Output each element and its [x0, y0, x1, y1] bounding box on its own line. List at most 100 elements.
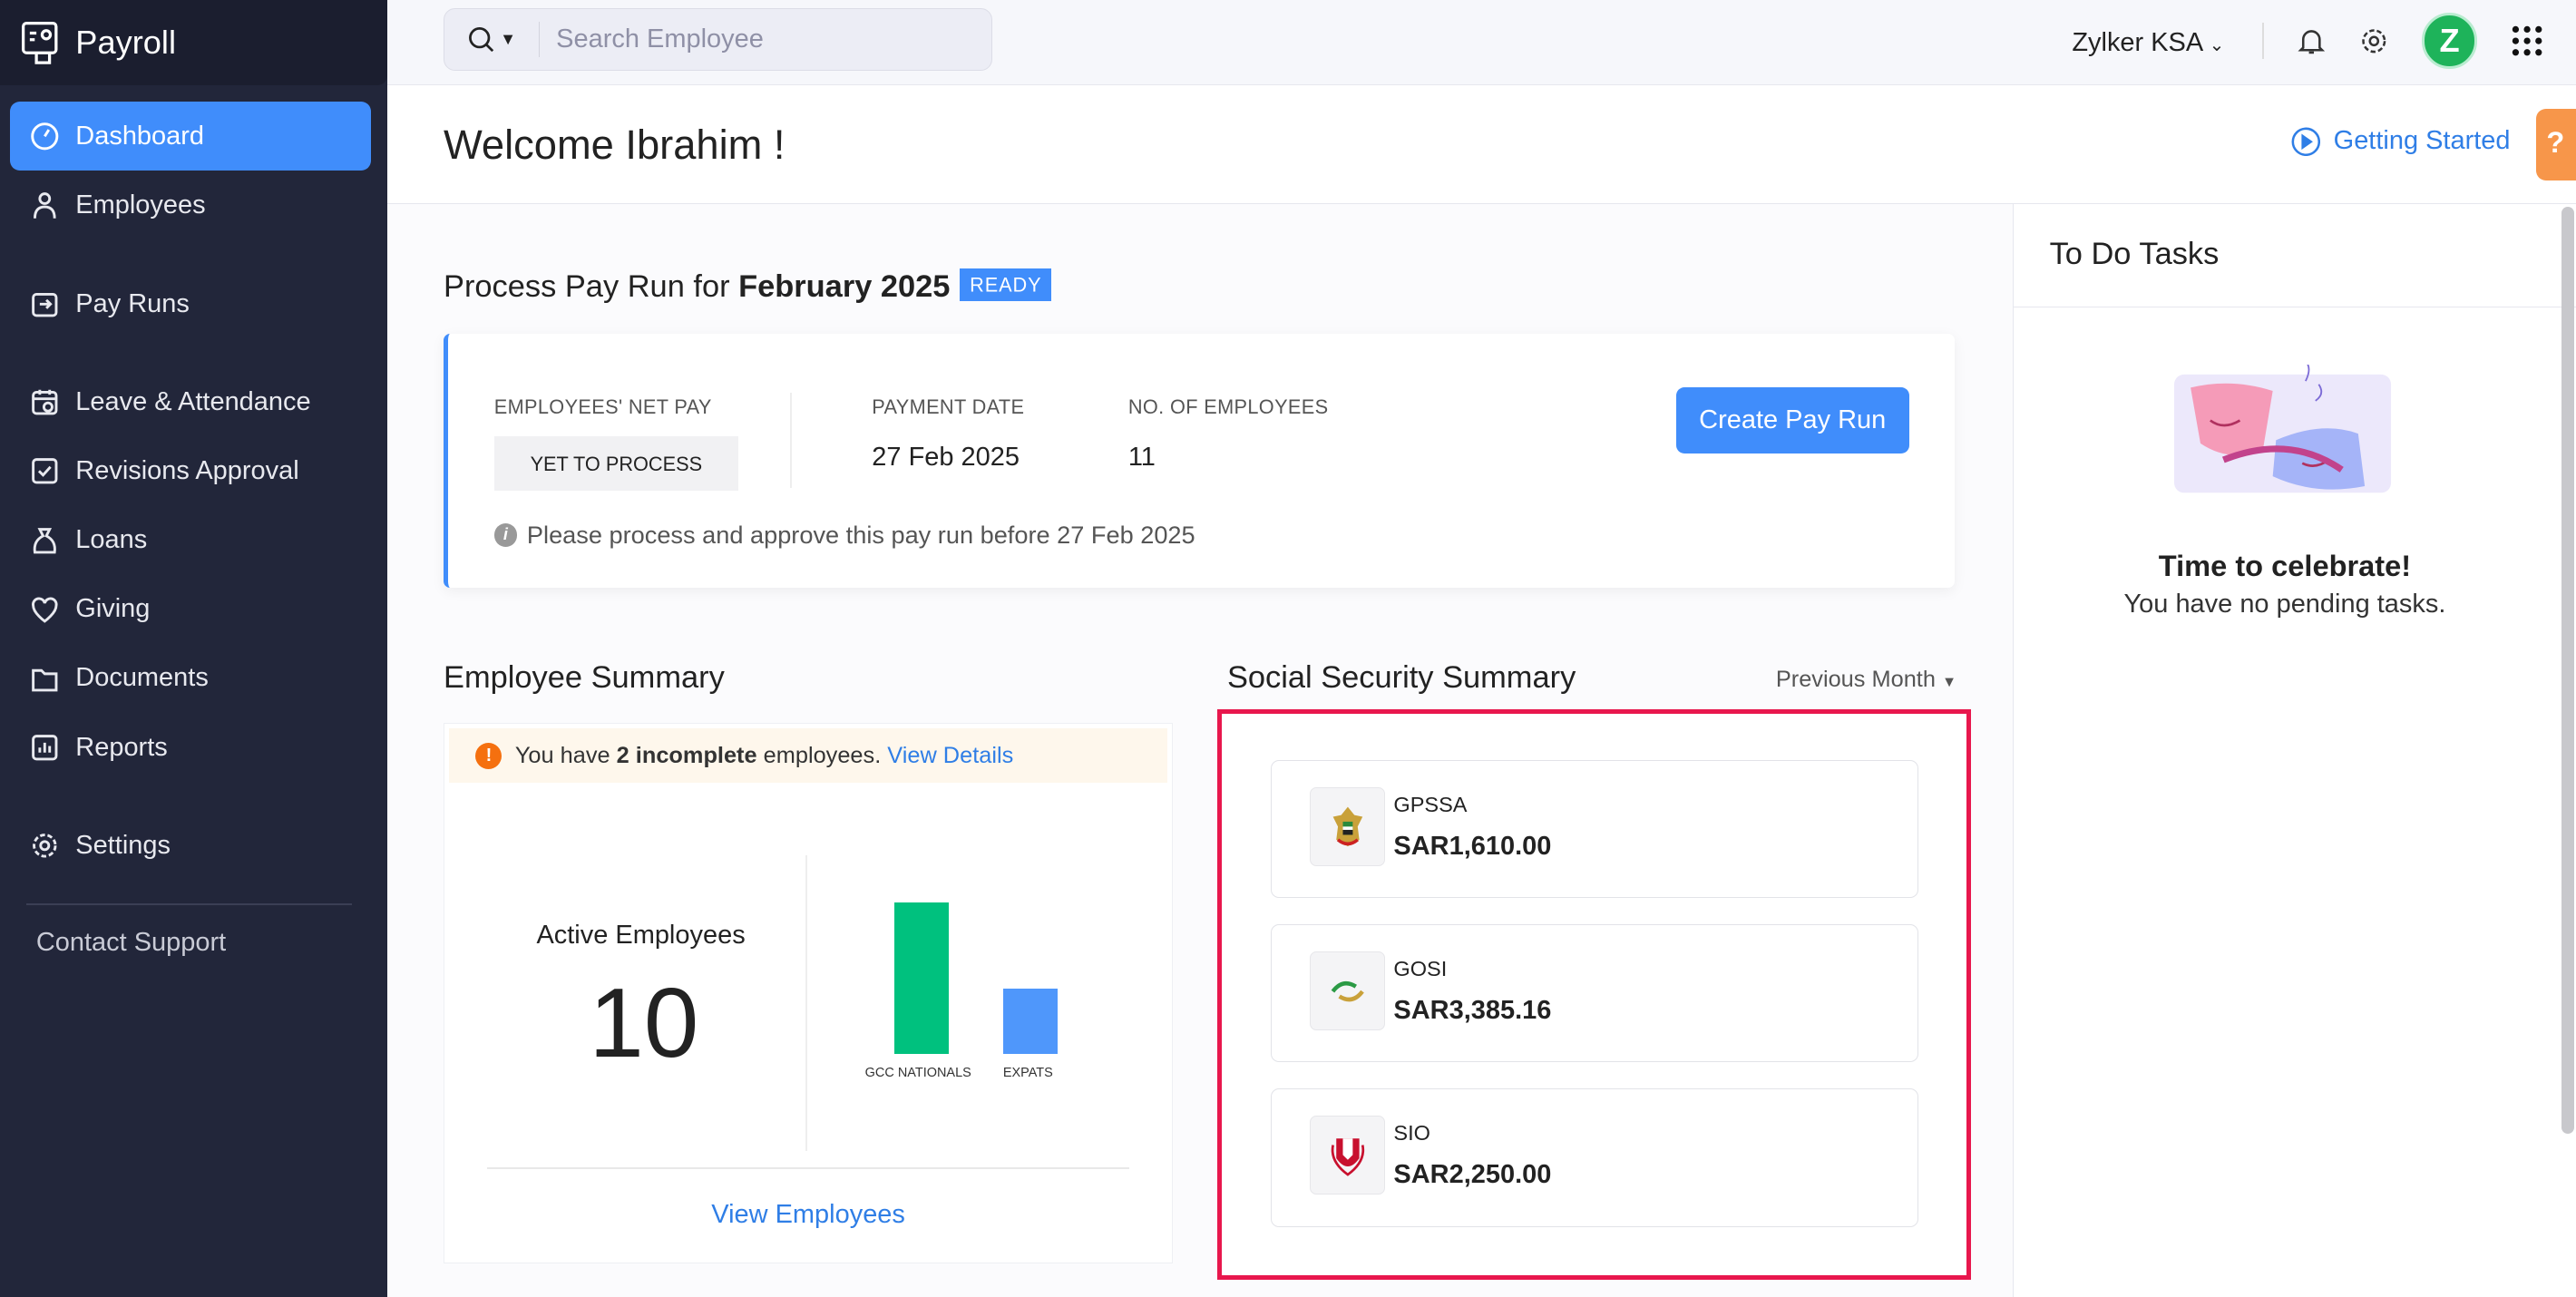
sidebar-item-label: Pay Runs — [75, 288, 190, 318]
column-divider — [789, 392, 792, 488]
payment-date-value: 27 Feb 2025 — [872, 442, 1020, 472]
search-icon — [469, 27, 494, 53]
todo-empty-message: You have no pending tasks. — [2123, 590, 2446, 619]
search-box[interactable]: ▼ Search Employee — [444, 8, 992, 71]
heart-icon — [31, 597, 58, 623]
info-icon: i — [493, 523, 518, 547]
active-employees-count: 10 — [589, 968, 699, 1078]
active-employees-label: Active Employees — [536, 921, 746, 951]
org-switcher[interactable]: Zylker KSA ⌄ — [2072, 28, 2224, 58]
ss-name: GPSSA — [1393, 792, 1468, 816]
summary-divider — [805, 854, 808, 1151]
payrun-note: i Please process and approve this pay run… — [493, 521, 1195, 550]
bar-gcc-nationals[interactable] — [894, 902, 950, 1054]
chevron-down-icon: ⌄ — [2209, 34, 2225, 55]
ss-amount: SAR2,250.00 — [1393, 1160, 1552, 1190]
app-brand[interactable]: Payroll — [0, 0, 388, 86]
folder-icon — [31, 668, 58, 692]
ss-name: SIO — [1393, 1120, 1430, 1145]
uae-emblem-icon — [1310, 787, 1386, 867]
person-icon — [33, 192, 56, 219]
bar-label: GCC NATIONALS — [864, 1065, 971, 1080]
page-header: Welcome Ibrahim ! Getting Started ? — [387, 85, 2576, 204]
sidebar-item-employees[interactable]: Employees — [10, 171, 371, 239]
sidebar-item-leave-attendance[interactable]: Leave & Attendance — [10, 368, 371, 437]
period-filter-dropdown[interactable]: Previous Month ▼ — [1776, 667, 1956, 693]
sidebar-item-documents[interactable]: Documents — [10, 644, 371, 713]
sidebar-item-giving[interactable]: Giving — [10, 575, 371, 644]
card-divider — [487, 1166, 1130, 1169]
employee-count-value: 11 — [1127, 442, 1156, 472]
payrun-title-prefix: Process Pay Run for — [444, 269, 730, 305]
todo-title: To Do Tasks — [2013, 204, 2576, 307]
warning-icon: ! — [475, 742, 503, 769]
sidebar: Payroll Dashboard Employees Pay Runs Leave … — [0, 0, 388, 1297]
payrun-title: Process Pay Run for February 2025 READY — [444, 268, 1052, 305]
sidebar-item-label: Revisions Approval — [75, 456, 299, 486]
todo-empty-heading: Time to celebrate! — [2158, 548, 2412, 582]
period-filter-label: Previous Month — [1775, 667, 1936, 693]
create-pay-run-button[interactable]: Create Pay Run — [1675, 387, 1909, 454]
search-scope-dropdown[interactable]: ▼ — [444, 21, 541, 58]
ss-amount: SAR1,610.00 — [1393, 832, 1552, 861]
bar-expats[interactable] — [1002, 989, 1058, 1054]
view-employees-link[interactable]: View Employees — [444, 1200, 1172, 1230]
check-square-icon — [31, 458, 58, 484]
employee-count-label: NO. OF EMPLOYEES — [1127, 395, 1329, 419]
bar-label: EXPATS — [1002, 1065, 1053, 1080]
sidebar-item-label: Dashboard — [75, 121, 205, 151]
bell-icon[interactable] — [2297, 26, 2327, 56]
dashboard-main: Process Pay Run for February 2025 READY E… — [387, 203, 2013, 1297]
app-grid-icon[interactable] — [2511, 24, 2543, 57]
getting-started-label: Getting Started — [2333, 126, 2511, 156]
payrun-period: February 2025 — [738, 269, 951, 305]
play-circle-icon — [2291, 127, 2320, 156]
org-name: Zylker KSA — [2072, 27, 2202, 57]
warning-text-end: employees. — [763, 742, 882, 768]
ss-item-gosi[interactable]: GOSI SAR3,385.16 — [1271, 924, 1919, 1063]
help-button[interactable]: ? — [2536, 108, 2576, 181]
sidebar-item-dashboard[interactable]: Dashboard — [9, 102, 372, 171]
employee-summary-card: ! You have 2 incomplete employees. View … — [444, 722, 1174, 1263]
avatar[interactable]: Z — [2421, 13, 2478, 70]
sidebar-item-reports[interactable]: Reports — [10, 713, 371, 782]
payroll-logo-icon — [21, 21, 58, 64]
warning-text: You have — [514, 742, 610, 768]
gear-icon — [32, 834, 57, 858]
page-title: Welcome Ibrahim ! — [444, 122, 785, 169]
topbar-divider — [2262, 23, 2264, 60]
status-badge: READY — [960, 268, 1052, 302]
view-details-link[interactable]: View Details — [887, 743, 1013, 768]
net-pay-label: EMPLOYEES' NET PAY — [493, 395, 712, 419]
gear-icon[interactable] — [2359, 26, 2389, 56]
sidebar-item-label: Reports — [75, 732, 168, 762]
sidebar-item-label: Leave & Attendance — [75, 387, 311, 417]
chart-icon — [31, 734, 58, 761]
ss-name: GOSI — [1393, 956, 1448, 980]
sidebar-divider — [25, 903, 352, 905]
ss-item-gpssa[interactable]: GPSSA SAR1,610.00 — [1271, 760, 1919, 899]
top-bar: ▼ Search Employee Zylker KSA ⌄ Z — [387, 0, 2576, 86]
sidebar-item-settings[interactable]: Settings — [10, 812, 371, 881]
sidebar-item-pay-runs[interactable]: Pay Runs — [10, 269, 371, 338]
scrollbar[interactable] — [2561, 207, 2575, 1134]
gosi-logo-icon — [1310, 951, 1386, 1031]
search-input[interactable]: Search Employee — [540, 24, 764, 54]
celebration-illustration — [2174, 365, 2392, 493]
money-bag-icon — [33, 527, 56, 553]
sidebar-item-revisions-approval[interactable]: Revisions Approval — [10, 437, 371, 506]
contact-support-link[interactable]: Contact Support — [0, 928, 387, 958]
sidebar-item-label: Employees — [75, 190, 206, 219]
sidebar-item-loans[interactable]: Loans — [10, 506, 371, 575]
employee-summary-title: Employee Summary — [444, 660, 725, 696]
sidebar-item-label: Giving — [75, 594, 151, 624]
caret-down-icon: ▼ — [1941, 674, 1957, 691]
payrun-note-text: Please process and approve this pay run … — [526, 521, 1195, 550]
incomplete-warning: ! You have 2 incomplete employees. View … — [449, 728, 1167, 784]
gauge-icon — [30, 122, 58, 151]
ss-amount: SAR3,385.16 — [1393, 996, 1552, 1026]
app-title: Payroll — [75, 24, 177, 62]
getting-started-link[interactable]: Getting Started — [2291, 126, 2511, 156]
ss-item-sio[interactable]: SIO SAR2,250.00 — [1271, 1088, 1919, 1227]
todo-panel: To Do Tasks Time to celebrate! You have … — [2012, 203, 2576, 1297]
